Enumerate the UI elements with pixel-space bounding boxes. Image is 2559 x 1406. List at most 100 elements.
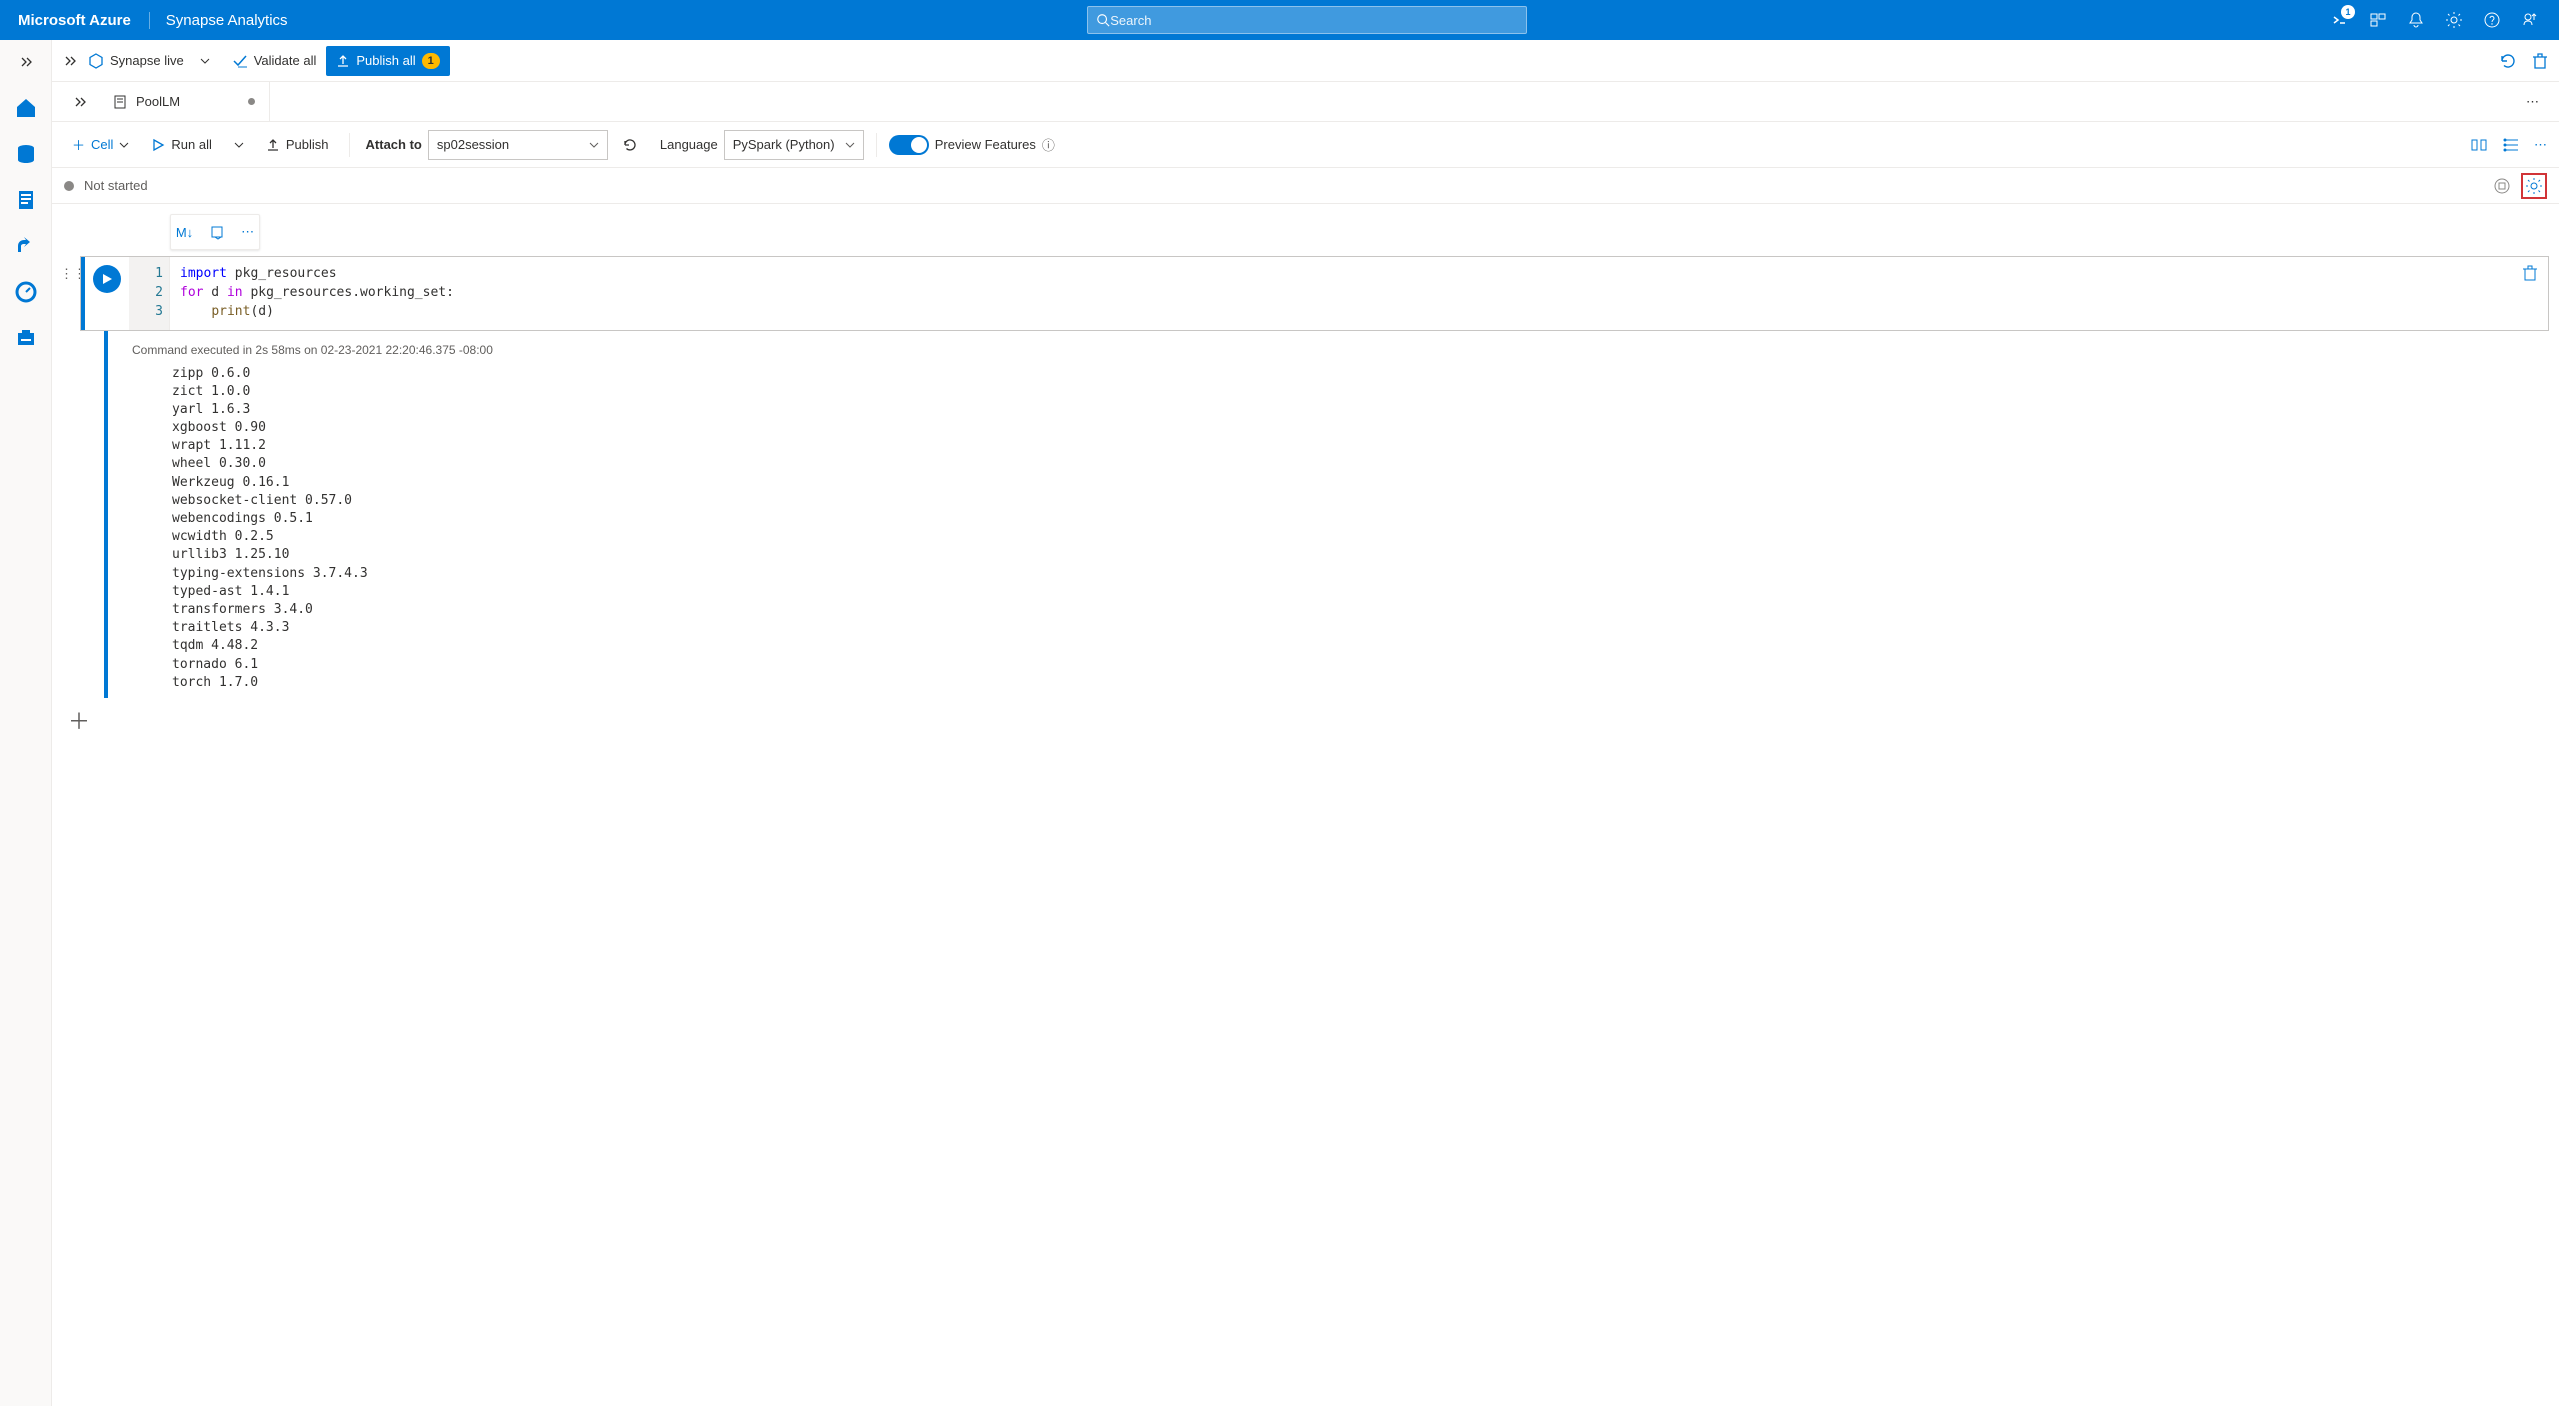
cell-floating-toolbar: M↓ ⋯: [170, 214, 260, 250]
service-label: Synapse Analytics: [150, 12, 304, 29]
kw: import: [180, 266, 227, 281]
preview-label: Preview Features: [935, 137, 1036, 152]
more-tabs-button[interactable]: ⋯: [2516, 94, 2549, 110]
chevron-down-icon: [234, 140, 244, 150]
run-col: [85, 257, 129, 330]
publish-count-badge: 1: [422, 53, 440, 69]
chevron-down-icon: [200, 56, 210, 66]
discard-icon[interactable]: [2531, 52, 2549, 70]
validate-all-button[interactable]: Validate all: [232, 53, 317, 69]
settings-icon[interactable]: [2445, 11, 2463, 29]
language-label: Language: [660, 137, 718, 152]
convert-markdown-button[interactable]: M↓: [176, 225, 193, 240]
upload-icon: [266, 138, 280, 152]
attach-dropdown[interactable]: sp02session: [428, 130, 608, 160]
more-icon[interactable]: ⋯: [2534, 137, 2547, 153]
chevron-down-icon: [119, 140, 129, 150]
run-dropdown-button[interactable]: [226, 136, 252, 154]
top-action-bar: Synapse live Validate all Publish all 1: [52, 40, 2559, 82]
code-editor[interactable]: import pkg_resources for d in pkg_resour…: [169, 257, 2548, 330]
code-text: pkg_resources.working_set:: [243, 285, 454, 300]
output-text: zipp 0.6.0 zict 1.0.0 yarl 1.6.3 xgboost…: [132, 365, 2549, 692]
publish-all-button[interactable]: Publish all 1: [326, 46, 449, 76]
notifications-icon[interactable]: [2407, 11, 2425, 29]
expand-rail-icon[interactable]: [12, 48, 40, 76]
notebook-icon: [112, 94, 128, 110]
search-icon: [1096, 13, 1110, 27]
left-nav-rail: [0, 40, 52, 1406]
cell-more-button[interactable]: ⋯: [241, 224, 254, 240]
feedback-icon[interactable]: [2521, 11, 2539, 29]
brand-label: Microsoft Azure: [0, 12, 150, 29]
fn: print: [211, 304, 250, 319]
status-dot-icon: [64, 181, 74, 191]
help-icon[interactable]: [2483, 11, 2501, 29]
cell-label: Cell: [91, 137, 113, 152]
run-all-button[interactable]: Run all: [143, 133, 219, 156]
add-cell-button[interactable]: ＋ Cell: [64, 131, 137, 158]
home-icon[interactable]: [12, 94, 40, 122]
kw: for: [180, 285, 203, 300]
tab-poollm[interactable]: PoolLM: [98, 82, 270, 121]
monitor-icon[interactable]: [12, 278, 40, 306]
plus-icon: ＋: [72, 135, 85, 154]
synapse-live-label: Synapse live: [110, 53, 184, 68]
tab-strip: PoolLM ⋯: [52, 82, 2559, 122]
tab-nav-icon[interactable]: [62, 94, 98, 110]
add-cell-inline-button[interactable]: ＋: [68, 704, 2549, 736]
stop-session-icon[interactable]: [2493, 177, 2511, 195]
runall-label: Run all: [171, 137, 211, 152]
synapse-live-button[interactable]: Synapse live: [88, 53, 210, 69]
directory-icon[interactable]: [2369, 11, 2387, 29]
line-gutter: 1 2 3: [129, 257, 169, 330]
develop-icon[interactable]: [12, 186, 40, 214]
validate-label: Validate all: [254, 53, 317, 68]
publish-label: Publish: [286, 137, 329, 152]
chevron-down-icon: [589, 140, 599, 150]
attach-label: Attach to: [366, 137, 422, 152]
publish-all-label: Publish all: [356, 53, 415, 68]
divider: [349, 133, 350, 157]
tab-label: PoolLM: [136, 94, 180, 109]
notebook-scroll[interactable]: M↓ ⋯ ⋮⋮ 1 2 3 import pkg_resources for d…: [52, 204, 2559, 1406]
language-dropdown[interactable]: PySpark (Python): [724, 130, 864, 160]
sub1-right-icons: [2499, 52, 2549, 70]
toggle-knob: [911, 137, 927, 153]
unsaved-dot-icon: [248, 98, 255, 105]
upload-icon: [336, 54, 350, 68]
manage-icon[interactable]: [12, 324, 40, 352]
expand-panel-icon[interactable]: [62, 53, 78, 69]
code-cell[interactable]: 1 2 3 import pkg_resources for d in pkg_…: [80, 256, 2549, 331]
session-refresh-button[interactable]: [614, 133, 646, 157]
data-icon[interactable]: [12, 140, 40, 168]
attach-value: sp02session: [437, 137, 509, 152]
delete-cell-icon[interactable]: [2522, 265, 2538, 281]
variables-icon[interactable]: [2470, 136, 2488, 154]
outline-icon[interactable]: [2502, 136, 2520, 154]
global-header: Microsoft Azure Synapse Analytics 1: [0, 0, 2559, 40]
info-icon[interactable]: ⓘ: [1042, 135, 1055, 154]
move-cell-icon[interactable]: [209, 224, 225, 240]
code-text: (d): [250, 304, 273, 319]
checkmark-icon: [232, 53, 248, 69]
cloud-shell-icon[interactable]: 1: [2331, 11, 2349, 29]
main-area: Synapse live Validate all Publish all 1 …: [52, 40, 2559, 1406]
drag-handle-icon[interactable]: ⋮⋮: [60, 256, 80, 282]
toolbar-right: ⋯: [2470, 136, 2547, 154]
refresh-icon[interactable]: [2499, 52, 2517, 70]
run-cell-button[interactable]: [93, 265, 121, 293]
publish-button[interactable]: Publish: [258, 133, 337, 156]
cell-row: ⋮⋮ 1 2 3 import pkg_resources for d in p…: [60, 256, 2549, 698]
preview-toggle[interactable]: [889, 135, 929, 155]
output-meta: Command executed in 2s 58ms on 02-23-202…: [132, 337, 2549, 365]
status-text: Not started: [84, 178, 148, 193]
session-settings-button[interactable]: [2521, 173, 2547, 199]
search-input[interactable]: [1110, 13, 1518, 28]
integrate-icon[interactable]: [12, 232, 40, 260]
header-icons: 1: [2311, 11, 2559, 29]
play-icon: [151, 138, 165, 152]
search-box[interactable]: [1087, 6, 1527, 34]
notebook-toolbar: ＋ Cell Run all Publish Attach to sp02ses…: [52, 122, 2559, 168]
session-status-bar: Not started: [52, 168, 2559, 204]
status-right: [2493, 173, 2547, 199]
